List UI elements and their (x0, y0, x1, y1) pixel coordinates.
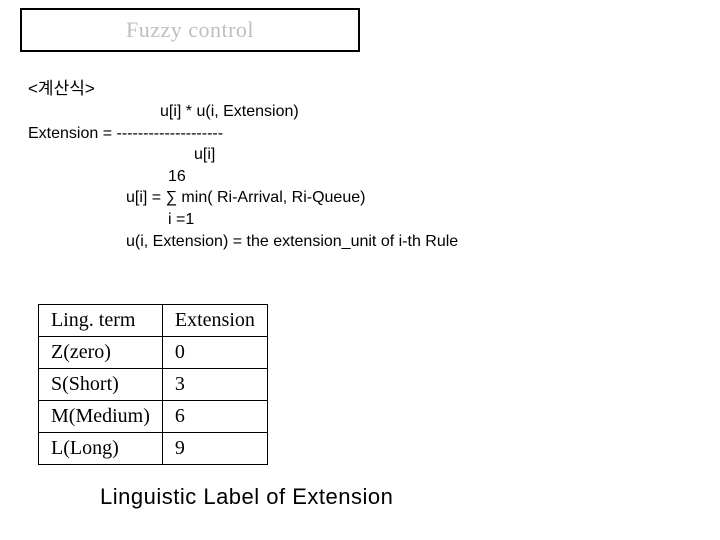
table-row: L(Long) 9 (39, 433, 268, 465)
formula-denominator: u[i] (28, 144, 458, 166)
table-row: M(Medium) 6 (39, 401, 268, 433)
table-header-term: Ling. term (39, 305, 163, 337)
table-cell: M(Medium) (39, 401, 163, 433)
table-header-ext: Extension (162, 305, 267, 337)
formula-sum-expr: u[i] = ∑ min( Ri-Arrival, Ri-Queue) (28, 187, 458, 209)
extension-table-wrap: Ling. term Extension Z(zero) 0 S(Short) … (38, 304, 268, 465)
table-cell: S(Short) (39, 369, 163, 401)
formula-sum-lower: i =1 (28, 209, 458, 231)
table-cell: L(Long) (39, 433, 163, 465)
table-cell: Z(zero) (39, 337, 163, 369)
table-cell: 3 (162, 369, 267, 401)
table-row: S(Short) 3 (39, 369, 268, 401)
formula-heading: <계산식> (28, 78, 458, 101)
extension-table: Ling. term Extension Z(zero) 0 S(Short) … (38, 304, 268, 465)
table-cell: 6 (162, 401, 267, 433)
table-row: Z(zero) 0 (39, 337, 268, 369)
table-cell: 0 (162, 337, 267, 369)
table-cell: 9 (162, 433, 267, 465)
title-box: Fuzzy control (20, 8, 360, 52)
formula-lhs: Extension = -------------------- (28, 123, 458, 145)
formula-sum-upper: 16 (28, 166, 458, 188)
page-title: Fuzzy control (126, 17, 254, 43)
formula-definition: u(i, Extension) = the extension_unit of … (28, 231, 458, 253)
table-caption: Linguistic Label of Extension (100, 484, 393, 510)
formula-numerator: u[i] * u(i, Extension) (28, 101, 458, 123)
formula-block: <계산식> u[i] * u(i, Extension) Extension =… (28, 78, 458, 252)
table-header-row: Ling. term Extension (39, 305, 268, 337)
